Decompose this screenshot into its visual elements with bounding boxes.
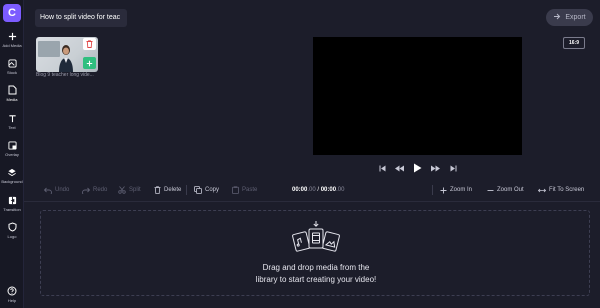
dropzone-text: Drag and drop media from the library to … <box>41 262 591 286</box>
dropzone-line-1: Drag and drop media from the <box>262 263 370 272</box>
export-icon <box>553 13 561 22</box>
time-total: 00:00 <box>320 187 337 193</box>
timecode: 00:00.00 / 00:00.00 <box>292 182 344 198</box>
sidebar-label: Help <box>7 298 17 303</box>
time-total-frac: .00 <box>336 187 345 193</box>
timeline-toolbar: Undo Redo Split Delete Copy Paste 00:00.… <box>24 182 600 198</box>
trash-icon <box>86 40 93 48</box>
paste-button[interactable]: Paste <box>232 182 257 198</box>
redo-label: Redo <box>93 187 108 193</box>
clipboard-icon <box>232 186 239 194</box>
fit-to-screen-button[interactable]: Fit To Screen <box>538 182 584 198</box>
copy-button[interactable]: Copy <box>194 182 219 198</box>
skip-forward-button[interactable] <box>449 162 457 174</box>
sidebar-item-help[interactable]: Help <box>0 286 24 308</box>
undo-label: Undo <box>55 187 70 193</box>
sidebar-item-text[interactable]: Text <box>0 113 24 139</box>
fast-forward-button[interactable] <box>430 162 440 174</box>
redo-icon <box>82 187 90 194</box>
add-to-timeline-button[interactable] <box>83 57 96 69</box>
trash-icon <box>154 186 161 194</box>
delete-label: Delete <box>164 187 182 193</box>
aspect-ratio-button[interactable]: 16:9 <box>563 37 585 49</box>
minus-icon <box>487 189 494 191</box>
toolbar-divider <box>186 185 187 195</box>
zoom-out-label: Zoom Out <box>497 187 524 193</box>
text-icon <box>7 113 17 123</box>
project-title-input[interactable]: How to split video for teac <box>35 9 127 27</box>
sidebar-label: Media <box>6 97 18 102</box>
redo-button[interactable]: Redo <box>82 182 107 198</box>
undo-button[interactable]: Undo <box>44 182 69 198</box>
transition-icon <box>7 195 17 205</box>
help-icon <box>7 286 17 296</box>
shield-icon <box>7 222 17 232</box>
sidebar-label: Background <box>1 179 23 184</box>
file-icon <box>7 85 17 95</box>
paste-label: Paste <box>242 187 258 193</box>
time-current: 00:00 <box>292 187 308 193</box>
media-thumbnail[interactable] <box>36 37 98 72</box>
play-icon <box>413 163 421 173</box>
sidebar-item-logo[interactable]: Logo <box>0 222 24 248</box>
sidebar-label: Logo <box>7 234 17 239</box>
rewind-button[interactable] <box>394 162 404 174</box>
undo-icon <box>44 187 52 194</box>
sidebar-item-media[interactable]: Media <box>0 85 24 111</box>
media-cards-icon <box>292 221 340 252</box>
sidebar-item-add-media[interactable]: Add Media <box>0 31 24 57</box>
zoom-in-label: Zoom In <box>450 187 473 193</box>
whiteboard-image <box>38 41 60 57</box>
overlay-icon <box>7 140 17 150</box>
split-label: Split <box>129 187 141 193</box>
logo-letter: C <box>8 7 16 19</box>
sidebar-label: Overlay <box>5 152 19 157</box>
fast-forward-icon <box>430 165 440 171</box>
stock-icon <box>7 58 17 68</box>
sidebar-label: Stock <box>6 70 17 75</box>
video-preview[interactable] <box>313 37 522 155</box>
skip-back-icon <box>379 165 385 171</box>
sidebar-item-overlay[interactable]: Overlay <box>0 140 24 166</box>
skip-back-button[interactable] <box>378 162 386 174</box>
timeline-dropzone[interactable]: Drag and drop media from the library to … <box>40 210 590 296</box>
sidebar-item-transition[interactable]: Transition <box>0 195 24 221</box>
play-button[interactable] <box>411 162 423 174</box>
copy-icon <box>194 186 202 194</box>
scissors-icon <box>118 186 126 194</box>
plus-icon <box>7 31 17 41</box>
skip-forward-icon <box>450 165 456 171</box>
time-current-frac: .00 <box>307 187 316 193</box>
copy-label: Copy <box>205 187 220 193</box>
media-caption: Blog 9 teacher long vide... <box>36 72 94 78</box>
sidebar-label: Transition <box>3 207 21 212</box>
dropzone-line-2: library to start creating your video! <box>255 275 377 284</box>
delete-button[interactable]: Delete <box>154 182 181 198</box>
zoom-out-button[interactable]: Zoom Out <box>487 182 524 198</box>
rewind-icon <box>394 165 404 171</box>
zoom-in-button[interactable]: Zoom In <box>440 182 472 198</box>
app-logo[interactable]: C <box>3 4 21 22</box>
export-button[interactable]: Export <box>546 9 593 26</box>
fit-to-screen-label: Fit To Screen <box>549 187 585 193</box>
plus-icon <box>86 60 93 66</box>
sidebar-label: Text <box>8 125 16 130</box>
teacher-image <box>59 45 73 72</box>
sidebar-item-background[interactable]: Background <box>0 167 24 193</box>
delete-media-button[interactable] <box>83 38 96 50</box>
sidebar: C Add Media Stock Media Text Overlay Bac <box>0 0 24 308</box>
fit-icon <box>538 188 546 192</box>
sidebar-label: Add Media <box>2 43 22 48</box>
layers-icon <box>7 167 17 177</box>
export-label: Export <box>565 14 586 21</box>
sidebar-item-stock[interactable]: Stock <box>0 58 24 84</box>
split-button[interactable]: Split <box>118 182 141 198</box>
toolbar-divider <box>432 185 433 195</box>
timeline-divider <box>24 201 600 202</box>
plus-icon <box>440 187 447 193</box>
